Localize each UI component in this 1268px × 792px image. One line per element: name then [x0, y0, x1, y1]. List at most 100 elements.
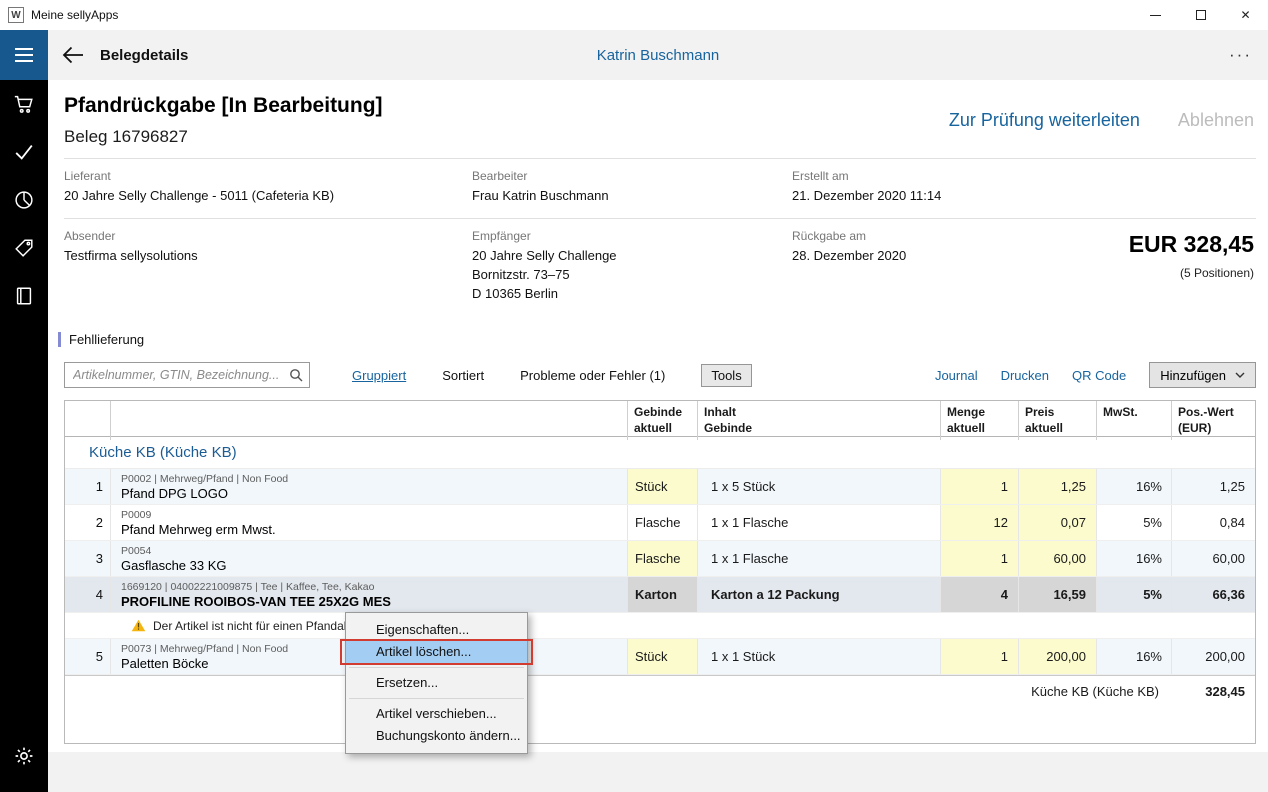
- preis-cell[interactable]: 16,59: [1019, 577, 1097, 612]
- search-input[interactable]: [64, 362, 310, 388]
- menge-cell[interactable]: 4: [941, 577, 1019, 612]
- reject-button[interactable]: Ablehnen: [1178, 110, 1254, 131]
- menge-cell[interactable]: 1: [941, 541, 1019, 576]
- menu-separator: [349, 667, 524, 668]
- forward-for-review-button[interactable]: Zur Prüfung weiterleiten: [949, 110, 1140, 131]
- menge-cell[interactable]: 1: [941, 469, 1019, 504]
- article-name: PROFILINE ROOIBOS-VAN TEE 25X2G MES: [121, 594, 391, 609]
- table-row[interactable]: 1 P0002 | Mehrweg/Pfand | Non Food Pfand…: [65, 469, 1255, 505]
- article-name: Paletten Böcke: [121, 656, 208, 671]
- current-user[interactable]: Katrin Buschmann: [597, 47, 720, 64]
- inhalt-cell: 1 x 1 Flasche: [698, 541, 941, 576]
- gebinde-cell[interactable]: Karton: [628, 577, 698, 612]
- article-code: P0009: [121, 509, 151, 521]
- header-bar: Belegdetails Katrin Buschmann ···: [48, 30, 1268, 80]
- menu-item-buchungskonto-aendern[interactable]: Buchungskonto ändern...: [346, 725, 527, 747]
- sidebar-item-statistics[interactable]: [0, 176, 48, 224]
- table-row-selected[interactable]: 4 1669120 | 04002221009875 | Tee | Kaffe…: [65, 577, 1255, 613]
- positions-table: Gebinde aktuell Inhalt Gebinde Menge akt…: [64, 400, 1256, 744]
- preis-cell[interactable]: 200,00: [1019, 639, 1097, 674]
- search-icon[interactable]: [289, 368, 303, 387]
- menu-item-eigenschaften[interactable]: Eigenschaften...: [346, 619, 527, 641]
- preis-cell[interactable]: 1,25: [1019, 469, 1097, 504]
- sidebar-item-settings[interactable]: [0, 732, 48, 780]
- close-button[interactable]: ✕: [1223, 0, 1268, 30]
- book-icon: [13, 285, 35, 307]
- article-name: Pfand Mehrweg erm Mwst.: [121, 522, 276, 537]
- row-number: 4: [65, 577, 111, 612]
- document-header: Pfandrückgabe [In Bearbeitung] Beleg 167…: [48, 80, 1268, 158]
- minimize-icon: [1150, 15, 1161, 16]
- mwst-cell: 5%: [1097, 505, 1172, 540]
- sidebar-item-cart[interactable]: [0, 80, 48, 128]
- sidebar-item-articles[interactable]: [0, 224, 48, 272]
- inhalt-cell: 1 x 5 Stück: [698, 469, 941, 504]
- toolbar: Gruppiert Sortiert Probleme oder Fehler …: [48, 361, 1268, 389]
- problems-filter[interactable]: Probleme oder Fehler (1): [520, 368, 665, 383]
- context-menu: Eigenschaften... Artikel löschen... Erse…: [345, 612, 528, 754]
- article-name: Pfand DPG LOGO: [121, 486, 228, 501]
- chevron-down-icon: [1235, 372, 1245, 378]
- tag-icon: [13, 237, 35, 259]
- group-footer-total: 328,45: [1172, 676, 1255, 707]
- pos-wert-cell: 1,25: [1172, 469, 1255, 504]
- sorted-toggle[interactable]: Sortiert: [442, 368, 484, 383]
- app-window: W Meine sellyApps ✕: [0, 0, 1268, 792]
- table-row[interactable]: 3 P0054 Gasflasche 33 KG Flasche 1 x 1 F…: [65, 541, 1255, 577]
- inhalt-cell: Karton a 12 Packung: [698, 577, 941, 612]
- pos-wert-cell: 60,00: [1172, 541, 1255, 576]
- back-button[interactable]: [62, 46, 84, 64]
- warning-text: Der Artikel ist nicht für einen Pfandal: [153, 619, 346, 633]
- col-gebinde: Gebinde aktuell: [628, 401, 698, 440]
- hamburger-icon: [15, 48, 33, 50]
- gebinde-cell[interactable]: Flasche: [628, 505, 698, 540]
- row-description: P0002 | Mehrweg/Pfand | Non Food Pfand D…: [111, 469, 628, 504]
- grouped-toggle[interactable]: Gruppiert: [352, 368, 406, 383]
- bottom-strip: [48, 752, 1268, 792]
- table-row[interactable]: 2 P0009 Pfand Mehrweg erm Mwst. Flasche …: [65, 505, 1255, 541]
- field-lieferant: Lieferant 20 Jahre Selly Challenge - 501…: [64, 169, 472, 218]
- tools-button[interactable]: Tools: [701, 364, 751, 387]
- group-header-row[interactable]: Küche KB (Küche KB): [65, 437, 1255, 469]
- col-mwst: MwSt.: [1097, 401, 1172, 440]
- gebinde-cell[interactable]: Stück: [628, 469, 698, 504]
- meta-row-1: Lieferant 20 Jahre Selly Challenge - 501…: [48, 159, 1268, 218]
- menu-item-ersetzen[interactable]: Ersetzen...: [346, 672, 527, 694]
- sidebar-item-journal[interactable]: [0, 272, 48, 320]
- app-title: Meine sellyApps: [31, 8, 118, 22]
- article-name: Gasflasche 33 KG: [121, 558, 227, 573]
- sidebar-item-approvals[interactable]: [0, 128, 48, 176]
- menu-item-artikel-verschieben[interactable]: Artikel verschieben...: [346, 703, 527, 725]
- print-link[interactable]: Drucken: [1001, 368, 1049, 383]
- preis-cell[interactable]: 0,07: [1019, 505, 1097, 540]
- article-code: P0002 | Mehrweg/Pfand | Non Food: [121, 473, 288, 485]
- document-actions: Zur Prüfung weiterleiten Ablehnen: [949, 110, 1254, 131]
- row-description: P0054 Gasflasche 33 KG: [111, 541, 628, 576]
- journal-link[interactable]: Journal: [935, 368, 978, 383]
- mwst-cell: 16%: [1097, 541, 1172, 576]
- field-rueckgabe-am: Rückgabe am 28. Dezember 2020: [792, 229, 906, 321]
- table-row[interactable]: 5 P0073 | Mehrweg/Pfand | Non Food Palet…: [65, 639, 1255, 675]
- warning-icon: [131, 619, 146, 632]
- col-inhalt: Inhalt Gebinde: [698, 401, 941, 440]
- row-number: 3: [65, 541, 111, 576]
- maximize-button[interactable]: [1178, 0, 1223, 30]
- preis-cell[interactable]: 60,00: [1019, 541, 1097, 576]
- article-code: P0054: [121, 545, 151, 557]
- hamburger-menu-button[interactable]: [0, 30, 48, 80]
- menge-cell[interactable]: 1: [941, 639, 1019, 674]
- more-options-button[interactable]: ···: [1229, 50, 1252, 60]
- menge-cell[interactable]: 12: [941, 505, 1019, 540]
- menu-separator: [349, 698, 524, 699]
- gebinde-cell[interactable]: Flasche: [628, 541, 698, 576]
- inhalt-cell: 1 x 1 Flasche: [698, 505, 941, 540]
- gebinde-cell[interactable]: Stück: [628, 639, 698, 674]
- add-button[interactable]: Hinzufügen: [1149, 362, 1256, 388]
- pos-wert-cell: 200,00: [1172, 639, 1255, 674]
- menu-item-artikel-loeschen[interactable]: Artikel löschen...: [346, 641, 527, 663]
- qr-code-link[interactable]: QR Code: [1072, 368, 1126, 383]
- minimize-button[interactable]: [1133, 0, 1178, 30]
- meta-row-2: Absender Testfirma sellysolutions Empfän…: [48, 219, 1268, 321]
- field-erstellt-am: Erstellt am 21. Dezember 2020 11:14: [792, 169, 1256, 218]
- pos-wert-cell: 0,84: [1172, 505, 1255, 540]
